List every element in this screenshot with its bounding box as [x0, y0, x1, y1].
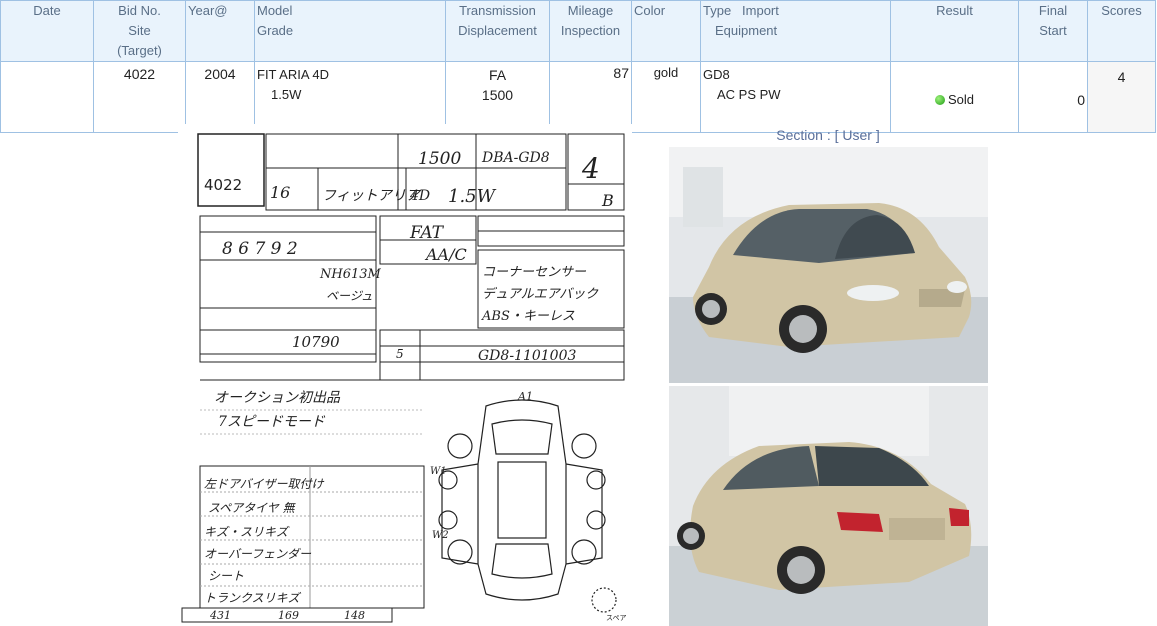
sheet-year: 16 — [270, 183, 290, 202]
result-status: Sold — [947, 91, 975, 107]
diagram-spare-label: スペア — [606, 614, 627, 622]
header-result: Result — [890, 0, 1019, 62]
sold-status-icon — [934, 95, 945, 106]
cell-result: Sold — [890, 61, 1019, 133]
svg-text:スペアタイヤ 無: スペアタイヤ 無 — [208, 501, 297, 515]
svg-text:169: 169 — [278, 609, 299, 622]
cell-type-equipment: GD8 AC PS PW — [700, 61, 891, 133]
sheet-chassis-no: GD8-1101003 — [478, 348, 576, 364]
sheet-mileage: 8 6 7 9 2 — [222, 239, 298, 259]
sheet-color-code: NH613M — [319, 267, 382, 282]
cell-scores: 4 — [1087, 61, 1156, 133]
sheet-interior-grade: B — [601, 191, 614, 210]
sheet-grade: 4 — [581, 152, 600, 185]
cell-year: 2004 — [185, 61, 255, 133]
diagram-mark-w2: W2 — [432, 530, 449, 541]
car-photo-rear[interactable] — [669, 386, 988, 626]
sheet-recycle-fee: 10790 — [292, 333, 340, 351]
table-header-row: Date Bid No. Site (Target) Year@ Model Grad… — [0, 0, 1156, 62]
svg-text:オークション初出品: オークション初出品 — [214, 390, 341, 406]
sheet-grade-name: 1.5W — [448, 186, 497, 207]
cell-date — [0, 61, 94, 133]
header-bid-no: Bid No. Site (Target) — [93, 0, 186, 62]
svg-text:オーバーフェンダー: オーバーフェンダー — [204, 547, 312, 561]
sheet-color-name: ベージュ — [326, 289, 373, 303]
header-mileage: Mileage Inspection — [549, 0, 632, 62]
sheet-model-code: DBA-GD8 — [481, 150, 550, 166]
header-model: Model Grade — [254, 0, 446, 62]
cell-model: FIT ARIA 4D 1.5W — [254, 61, 446, 133]
svg-text:キズ・スリキズ: キズ・スリキズ — [204, 525, 290, 539]
sheet-shift: FAT — [409, 223, 445, 243]
sheet-capacity: 5 — [396, 347, 404, 361]
shift-ac-section: FAT AA/C — [379, 215, 625, 265]
inspector-report: 左ドアバイザー取付け スペアタイヤ 無 キズ・スリキズ オーバーフェンダー シー… — [199, 465, 425, 609]
sheet-car-name: フィットアリア — [322, 188, 422, 204]
cell-final-start: 0 — [1018, 61, 1088, 133]
header-type-equipment: Type Import Equipment — [700, 0, 891, 62]
lot-number-box: 4022 — [197, 133, 265, 207]
header-year: Year@ — [185, 0, 255, 62]
table-row: 4022 2004 FIT ARIA 4D 1.5W FA 1500 87 gol… — [0, 61, 1156, 133]
mileage-section: 8 6 7 9 2 NH613M ベージュ — [199, 215, 382, 355]
svg-text:デュアルエアバック: デュアルエアバック — [482, 286, 599, 302]
sheet-displacement: 1500 — [418, 149, 461, 169]
svg-text:148: 148 — [344, 609, 365, 622]
header-scores: Scores — [1087, 0, 1156, 62]
svg-text:コーナーセンサー: コーナーセンサー — [482, 265, 587, 280]
header-final-start: Final Start — [1018, 0, 1088, 62]
sheet-ac: AA/C — [424, 245, 467, 264]
header-date: Date — [0, 0, 94, 62]
car-diagram: A1 W1 W2 スペア — [430, 390, 627, 622]
auction-sheet-image[interactable]: 4022 1500 DBA-GD8 16 フィットアリア 4D 1.5W 4 B… — [178, 124, 632, 626]
svg-text:左ドアバイザー取付け: 左ドアバイザー取付け — [204, 477, 325, 491]
sheet-doors: 4D — [409, 188, 430, 204]
header-color: Color — [631, 0, 701, 62]
bid-results-table: Date Bid No. Site (Target) Year@ Model Grad… — [0, 0, 1156, 133]
sales-points: コーナーセンサー デュアルエアバック ABS・キーレス — [477, 249, 625, 329]
cell-transmission: FA 1500 — [445, 61, 550, 133]
cell-color: gold — [631, 61, 701, 133]
dimensions-row: 431 169 148 — [181, 607, 393, 623]
svg-text:シート: シート — [208, 569, 244, 583]
score-box: 4 B — [567, 133, 625, 211]
section-user-label[interactable]: Section : [ User ] — [668, 127, 988, 143]
vehicle-info-grid: 1500 DBA-GD8 16 フィットアリア 4D 1.5W — [265, 133, 567, 211]
notes-section: オークション初出品 7スピードモード — [200, 379, 428, 435]
svg-text:431: 431 — [209, 609, 231, 622]
sheet-lot-number: 4022 — [204, 176, 242, 194]
car-photo-front[interactable] — [669, 147, 988, 383]
diagram-mark-a1: A1 — [517, 390, 533, 403]
svg-text:トランクスリキズ: トランクスリキズ — [204, 591, 302, 605]
svg-text:7スピードモード: 7スピードモード — [218, 414, 326, 430]
cell-mileage: 87 — [549, 61, 632, 133]
recycle-section: 10790 5 GD8-1101003 — [199, 329, 625, 381]
header-transmission: Transmission Displacement — [445, 0, 550, 62]
cell-bid-no: 4022 — [93, 61, 186, 133]
svg-text:ABS・キーレス: ABS・キーレス — [481, 309, 575, 324]
